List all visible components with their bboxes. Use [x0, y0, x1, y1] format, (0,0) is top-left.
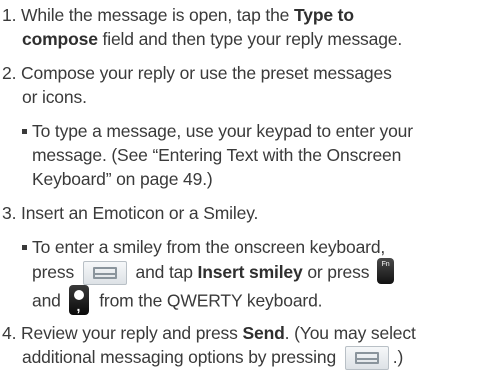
step-3-bullet-line-3: and , from the QWERTY keyboard.	[32, 285, 323, 317]
step-number: 4.	[2, 323, 17, 343]
send-label: Send	[242, 323, 285, 343]
menu-key-icon	[344, 346, 389, 370]
bullet-text: and	[32, 290, 61, 311]
bullet-marker	[22, 128, 27, 134]
menu-key-icon	[82, 261, 127, 286]
option-name: Insert smiley	[197, 262, 303, 282]
step-text: or icons.	[22, 87, 87, 107]
step-text: field and then type your reply message.	[102, 29, 403, 49]
step-3-bullet-line-2: press and tap Insert smiley or press Fn	[32, 258, 397, 286]
field-name: Type to	[294, 5, 354, 25]
step-text: Compose your reply or use the preset mes…	[21, 63, 392, 83]
smiley-key-icon: ,	[69, 285, 90, 315]
bullet-text: press	[32, 262, 75, 282]
bullet-text: message. (See “Entering Text with the On…	[32, 145, 402, 165]
step-2-bullet-line-3: Keyboard” on page 49.)	[32, 167, 213, 191]
step-number: 1.	[2, 5, 17, 25]
step-4-line-2: additional messaging options by pressing…	[22, 345, 403, 370]
step-text: .)	[392, 347, 404, 367]
fn-key-label: Fn	[381, 261, 390, 269]
bullet-text: or press	[307, 262, 370, 282]
step-3-bullet-line-1: To enter a smiley from the onscreen keyb…	[22, 235, 385, 259]
step-number: 2.	[2, 63, 17, 83]
bullet-text: from the QWERTY keyboard.	[99, 290, 323, 311]
bullet-text: and tap	[135, 262, 193, 282]
fn-key-icon: Fn	[377, 258, 395, 285]
bullet-text: To enter a smiley from the onscreen keyb…	[32, 237, 386, 257]
step-4-line-1: 4. Review your reply and press Send. (Yo…	[2, 321, 416, 345]
bullet-text: To type a message, use your keypad to en…	[32, 121, 413, 141]
step-2-bullet-line-2: message. (See “Entering Text with the On…	[32, 143, 401, 167]
instruction-page: 1. While the message is open, tap the Ty…	[0, 0, 485, 370]
step-2-bullet-line-1: To type a message, use your keypad to en…	[22, 119, 413, 143]
step-text: Review your reply and press	[21, 323, 238, 343]
step-3-line-1: 3. Insert an Emoticon or a Smiley.	[2, 201, 258, 225]
step-2-line-1: 2. Compose your reply or use the preset …	[2, 61, 392, 85]
step-text: While the message is open, tap the	[21, 5, 290, 25]
bullet-marker	[22, 244, 27, 250]
step-text: additional messaging options by pressing	[22, 347, 337, 367]
step-2-line-2: or icons.	[22, 85, 87, 109]
step-1-line-2: compose field and then type your reply m…	[22, 27, 402, 51]
bullet-text: Keyboard” on page 49.)	[32, 169, 213, 189]
step-number: 3.	[2, 203, 17, 223]
step-1-line-1: 1. While the message is open, tap the Ty…	[2, 3, 354, 27]
field-name: compose	[22, 29, 98, 49]
step-text: Insert an Emoticon or a Smiley.	[21, 203, 259, 223]
step-text: . (You may select	[284, 323, 416, 343]
